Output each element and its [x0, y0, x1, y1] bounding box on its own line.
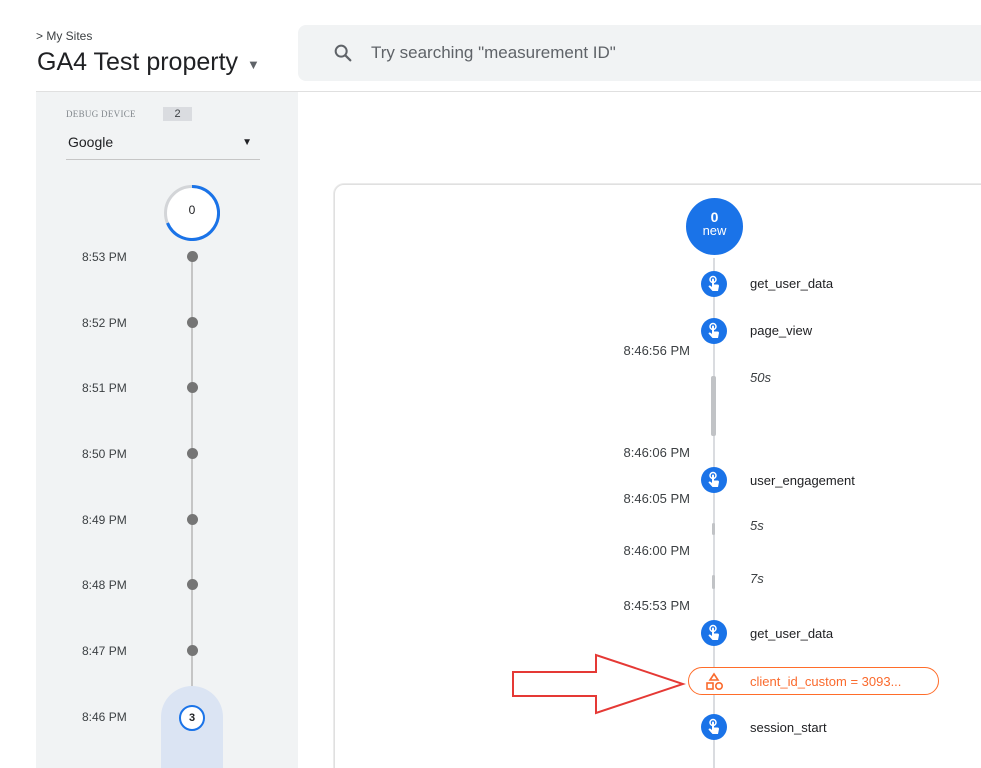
- minute-tick[interactable]: 8:49 PM: [36, 510, 236, 530]
- user-property-pill[interactable]: client_id_custom = 3093...: [688, 667, 939, 695]
- minute-label: 8:50 PM: [82, 447, 127, 461]
- new-events-label: new: [702, 223, 727, 238]
- debugview-screen: > My Sites GA4 Test property ▼ DEBUG DEV…: [0, 0, 981, 768]
- touch-event-icon[interactable]: [701, 714, 727, 740]
- minute-label: 8:48 PM: [82, 578, 127, 592]
- event-name[interactable]: user_engagement: [750, 473, 855, 488]
- new-events-count: 0: [710, 209, 719, 225]
- search-bar[interactable]: [298, 25, 981, 81]
- debug-device-count-badge: 2: [163, 107, 192, 121]
- touch-event-icon[interactable]: [701, 620, 727, 646]
- gap-duration: 5s: [750, 518, 764, 533]
- dropdown-arrow-icon: ▼: [242, 137, 252, 148]
- arrow-right-icon: [512, 653, 686, 715]
- minute-label: 8:53 PM: [82, 250, 127, 264]
- minute-dot: [187, 514, 198, 525]
- minute-tick[interactable]: 8:53 PM: [36, 247, 236, 267]
- minute-tick[interactable]: 8:52 PM: [36, 313, 236, 333]
- touch-event-icon[interactable]: [701, 467, 727, 493]
- touch-event-icon[interactable]: [701, 318, 727, 344]
- minute-tick-active[interactable]: 8:46 PM: [36, 707, 236, 727]
- event-name[interactable]: page_view: [750, 323, 812, 338]
- event-timestamp: 8:45:53 PM: [623, 598, 691, 613]
- property-name: GA4 Test property: [37, 48, 239, 76]
- event-timestamp: 8:46:56 PM: [623, 343, 691, 358]
- minute-dot: [187, 579, 198, 590]
- minutes-stream-panel: DEBUG DEVICE 2 Google ▼ 0 8:53 PM 8:52 P…: [36, 92, 298, 768]
- minute-dot: [187, 317, 198, 328]
- event-timestamp: 8:46:06 PM: [623, 445, 691, 460]
- user-property-text: client_id_custom = 3093...: [750, 674, 902, 689]
- minute-tick[interactable]: 8:51 PM: [36, 378, 236, 398]
- gap-duration: 7s: [750, 571, 764, 586]
- search-icon: [334, 44, 352, 62]
- minute-dot: [187, 645, 198, 656]
- event-name[interactable]: session_start: [750, 720, 827, 735]
- shapes-icon: [706, 672, 724, 691]
- minute-dot: [187, 251, 198, 262]
- minute-tick[interactable]: 8:48 PM: [36, 575, 236, 595]
- minute-label: 8:47 PM: [82, 644, 127, 658]
- touch-event-icon[interactable]: [701, 271, 727, 297]
- search-input[interactable]: [371, 41, 931, 65]
- minute-dot: [187, 448, 198, 459]
- property-selector[interactable]: GA4 Test property ▼: [37, 48, 260, 77]
- minute-label: 8:52 PM: [82, 316, 127, 330]
- minute-dot: [187, 382, 198, 393]
- caret-down-icon: ▼: [247, 57, 260, 72]
- event-timestamp: 8:46:00 PM: [623, 543, 691, 558]
- active-minute-count-badge[interactable]: 3: [179, 705, 205, 731]
- debug-device-value: Google: [68, 134, 114, 150]
- debug-device-label: DEBUG DEVICE: [66, 109, 136, 119]
- gap-bar: [711, 376, 716, 436]
- progress-ring: [166, 185, 220, 241]
- minute-label: 8:51 PM: [82, 381, 127, 395]
- gap-bar: [712, 575, 715, 589]
- minute-tick[interactable]: 8:50 PM: [36, 444, 236, 464]
- gap-bar: [712, 523, 715, 535]
- breadcrumb[interactable]: > My Sites: [36, 29, 92, 43]
- minute-label: 8:49 PM: [82, 513, 127, 527]
- debug-device-select[interactable]: Google ▼: [66, 130, 260, 160]
- event-name[interactable]: get_user_data: [750, 626, 833, 641]
- event-timestamp: 8:46:05 PM: [623, 491, 691, 506]
- minute-label: 8:46 PM: [82, 710, 127, 724]
- new-events-badge[interactable]: 0 new: [686, 198, 743, 255]
- gap-duration: 50s: [750, 370, 771, 385]
- event-name[interactable]: get_user_data: [750, 276, 833, 291]
- minute-tick[interactable]: 8:47 PM: [36, 641, 236, 661]
